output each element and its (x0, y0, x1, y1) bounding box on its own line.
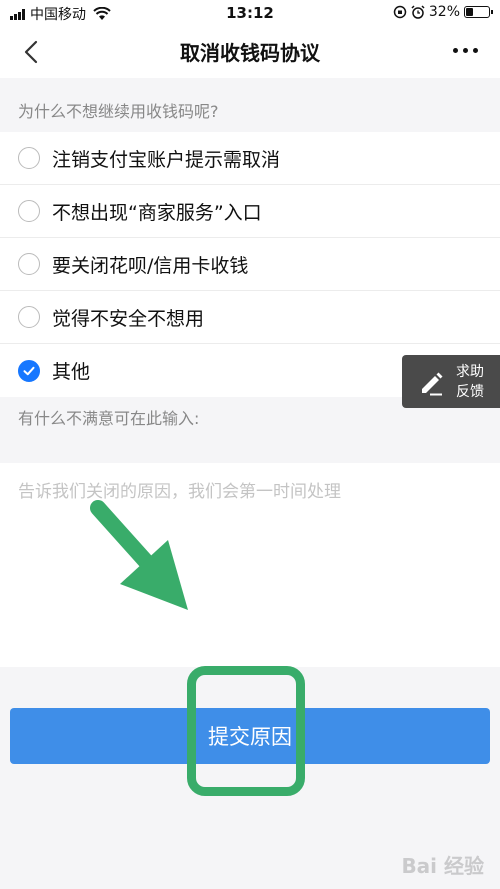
radio-button[interactable] (18, 359, 40, 382)
radio-button[interactable] (18, 147, 40, 169)
status-bar: 中国移动 13:12 32% (0, 0, 500, 26)
reason-option[interactable]: 觉得不安全不想用 (0, 291, 500, 344)
watermark: Bai 经验 (401, 854, 484, 878)
reason-option[interactable]: 注销支付宝账户提示需取消 (0, 132, 500, 185)
reason-option[interactable]: 不想出现“商家服务”入口 (0, 185, 500, 238)
reason-input[interactable] (0, 463, 500, 667)
help-feedback-button[interactable]: 求助 反馈 (402, 355, 500, 408)
edit-pencil-icon (422, 372, 443, 395)
alarm-icon (411, 5, 425, 19)
battery-percentage: 32% (428, 4, 460, 20)
option-label: 不想出现“商家服务”入口 (52, 201, 262, 224)
page-title: 取消收钱码协议 (180, 41, 320, 65)
input-section-label: 有什么不满意可在此输入: (18, 409, 200, 428)
radio-button[interactable] (18, 306, 40, 328)
rotation-lock-icon (393, 5, 407, 19)
status-bar-right: 32% (393, 4, 493, 20)
radio-button[interactable] (18, 200, 40, 222)
question-label: 为什么不想继续用收钱码呢? (18, 102, 219, 121)
feedback-label: 求助 反馈 (456, 363, 484, 400)
submit-reason-button[interactable]: 提交原因 (10, 708, 490, 764)
reason-input-container (0, 463, 500, 667)
more-options-icon[interactable] (448, 48, 478, 53)
option-label: 觉得不安全不想用 (52, 307, 205, 330)
reason-option[interactable]: 要关闭花呗/信用卡收钱 (0, 238, 500, 291)
radio-button[interactable] (18, 253, 40, 275)
option-label: 要关闭花呗/信用卡收钱 (52, 254, 249, 277)
navigation-bar: 取消收钱码协议 (0, 26, 500, 78)
checkmark-icon (23, 366, 35, 375)
option-label: 注销支付宝账户提示需取消 (52, 148, 281, 171)
option-label: 其他 (52, 361, 91, 383)
battery-icon (464, 6, 493, 18)
